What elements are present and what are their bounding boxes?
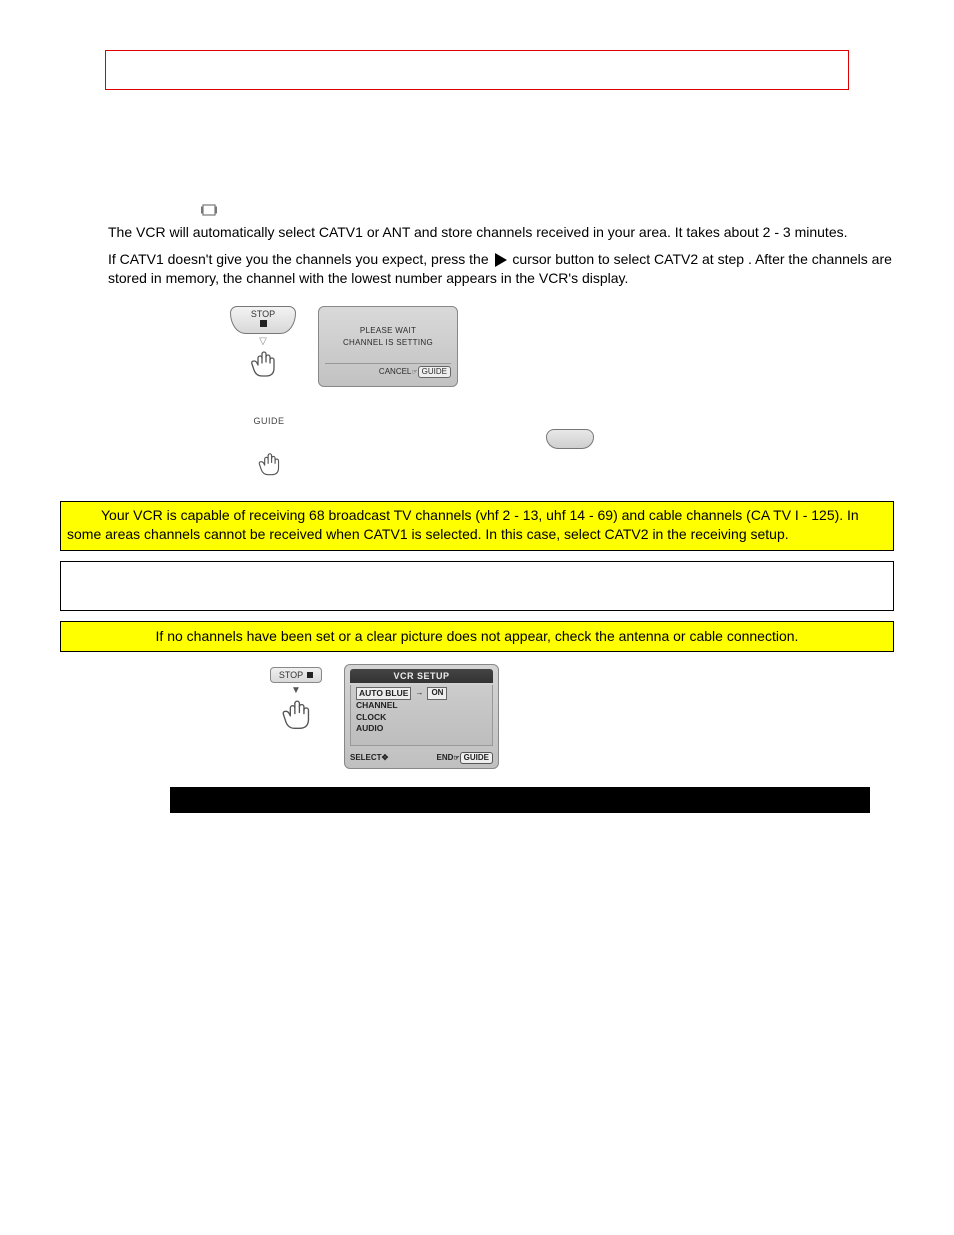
lcd-line-2: CHANNEL IS SETTING <box>325 338 451 349</box>
header-red-box <box>105 50 849 90</box>
setup-row-audio: AUDIO <box>354 723 489 734</box>
stop-square-glyph-2 <box>307 672 313 678</box>
setup-row-autoblue-label: AUTO BLUE <box>356 687 411 700</box>
stop-button-icon: STOP <box>230 306 296 334</box>
press-hand-icon <box>248 350 278 382</box>
note-yellow-1-text: Your VCR is capable of receiving 68 broa… <box>67 506 887 544</box>
guide-button-label: GUIDE <box>245 415 293 427</box>
paragraph-2: If CATV1 doesn't give you the channels y… <box>108 250 894 288</box>
body-text-block: The VCR will automatically select CATV1 … <box>108 223 894 288</box>
figure-row-stop-lcd: STOP ▽ PLEASE WAIT CHANNEL IS SETTING <box>230 306 894 387</box>
setup-footer: SELECT✥ END☞GUIDE <box>350 752 493 765</box>
cursor-right-icon <box>493 251 509 269</box>
setup-row-autoblue: AUTO BLUE → ON <box>354 687 489 700</box>
lcd-footer-cancel: CANCEL <box>379 367 411 376</box>
note-empty-box <box>60 561 894 611</box>
note-yellow-2: If no channels have been set or a clear … <box>60 621 894 652</box>
setup-row-autoblue-value: ON <box>427 687 447 700</box>
lcd-footer-guide: GUIDE <box>418 366 451 379</box>
footer-black-band <box>170 787 870 813</box>
stop-button-figure-2: STOP ▼ <box>270 664 322 742</box>
square-marker-row <box>200 200 894 219</box>
press-hand-icon-2 <box>256 452 282 480</box>
paragraph-1: The VCR will automatically select CATV1 … <box>108 223 894 242</box>
vcr-setup-screen: VCR SETUP AUTO BLUE → ON CHANNEL CLOCK A… <box>344 664 499 770</box>
setup-row-clock: CLOCK <box>354 712 489 723</box>
figure-row-stop-setup: STOP ▼ VCR SETUP AUTO BLUE <box>270 664 894 770</box>
down-arrow-icon: ▽ <box>230 335 296 349</box>
paragraph-2a: If CATV1 doesn't give you the channels y… <box>108 251 493 267</box>
lcd-screen-figure: PLEASE WAIT CHANNEL IS SETTING CANCEL☞GU… <box>318 306 458 387</box>
lcd-footer: CANCEL☞GUIDE <box>325 366 451 379</box>
setup-title: VCR SETUP <box>350 669 493 683</box>
lcd-line-1: PLEASE WAIT <box>325 326 451 337</box>
setup-footer-guide: GUIDE <box>460 752 493 765</box>
setup-footer-select: SELECT <box>350 753 382 762</box>
dpad-icon: ✥ <box>382 753 389 762</box>
stop-button-label-2: STOP <box>279 669 303 681</box>
note-yellow-2-text: If no channels have been set or a clear … <box>156 628 799 644</box>
stop-square-icon <box>200 203 218 217</box>
press-hand-icon-3 <box>279 698 313 736</box>
arrow-right-icon: → <box>415 688 423 699</box>
guide-button-figure: GUIDE <box>245 415 894 485</box>
down-arrow-icon-2: ▼ <box>270 684 322 698</box>
spacer <box>60 130 894 200</box>
stop-button-label: STOP <box>237 310 289 319</box>
stop-square-glyph <box>260 320 267 327</box>
setup-row-channel: CHANNEL <box>354 700 489 711</box>
stop-button-icon-2: STOP <box>270 667 322 683</box>
lcd-divider <box>325 363 451 364</box>
note-yellow-1: Your VCR is capable of receiving 68 broa… <box>60 501 894 551</box>
setup-footer-end: END <box>436 753 453 762</box>
document-page: The VCR will automatically select CATV1 … <box>0 0 954 893</box>
guide-button-icon <box>546 429 594 449</box>
stop-button-figure: STOP ▽ <box>230 306 296 387</box>
setup-body: AUTO BLUE → ON CHANNEL CLOCK AUDIO <box>350 685 493 746</box>
